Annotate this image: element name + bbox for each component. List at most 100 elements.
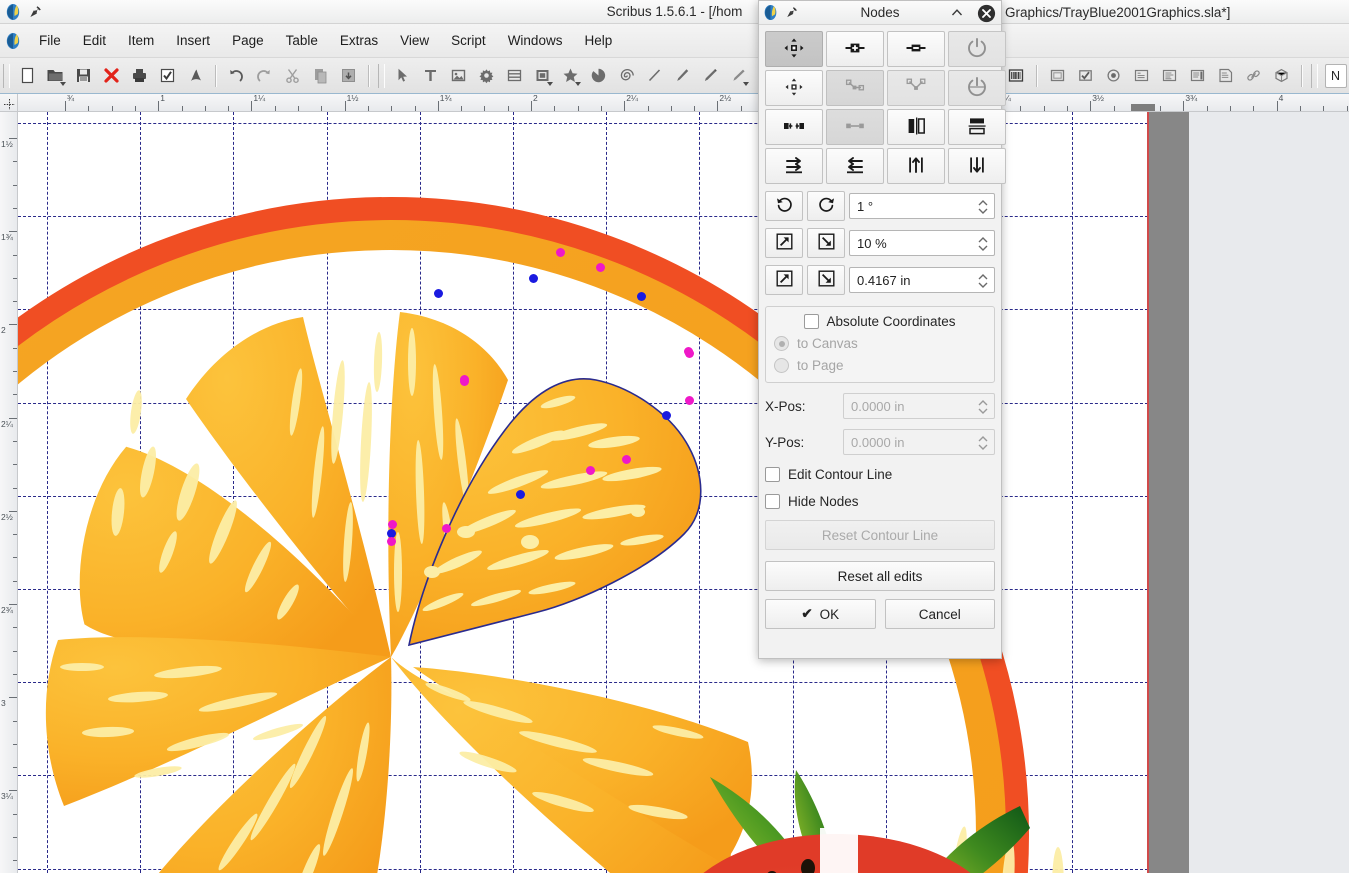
menu-extras[interactable]: Extras	[329, 29, 389, 52]
pdf-3d-annotation-icon[interactable]	[1267, 62, 1295, 90]
toolbar-grip[interactable]	[3, 63, 10, 88]
cut-icon[interactable]	[278, 62, 306, 90]
toolbar-grip[interactable]	[1311, 63, 1318, 88]
shear-left-button[interactable]	[826, 148, 884, 184]
polygon-icon[interactable]	[556, 62, 584, 90]
reset-this-control-point-button[interactable]	[826, 109, 884, 145]
spinner-arrows-icon[interactable]	[977, 433, 989, 453]
paste-icon[interactable]	[334, 62, 362, 90]
enlarge-by-value-button[interactable]	[765, 265, 803, 295]
spinner-arrows-icon[interactable]	[977, 234, 989, 254]
menu-edit[interactable]: Edit	[72, 29, 117, 52]
calligraphic-line-icon[interactable]	[724, 62, 752, 90]
bezier-control-point-handle[interactable]	[387, 519, 397, 529]
path-node-handle[interactable]	[661, 410, 671, 420]
spiral-icon[interactable]	[612, 62, 640, 90]
bezier-control-point-handle[interactable]	[386, 536, 396, 546]
pdf-list-box-icon[interactable]	[1183, 62, 1211, 90]
ypos-input[interactable]: 0.0000 in	[843, 429, 995, 455]
ruler-origin-button[interactable]	[0, 94, 18, 112]
pin-icon[interactable]	[785, 6, 798, 19]
pdf-text-field-icon[interactable]	[1127, 62, 1155, 90]
to-page-radio[interactable]	[774, 358, 789, 373]
shape-icon[interactable]	[528, 62, 556, 90]
enlarge-by-percent-button[interactable]	[765, 228, 803, 258]
shrink-by-percent-button[interactable]	[807, 228, 845, 258]
horizontal-ruler[interactable]: ¾11¼1½1¾22¼2½2¾33¼3½3¾4	[18, 94, 1349, 112]
open-path-button[interactable]	[948, 70, 1006, 106]
to-page-radio-row[interactable]: to Page	[774, 358, 986, 373]
document-canvas[interactable]	[18, 112, 1349, 873]
chevron-up-icon[interactable]	[949, 5, 965, 21]
save-document-icon[interactable]	[69, 62, 97, 90]
spinner-arrows-icon[interactable]	[977, 271, 989, 291]
xpos-input[interactable]: 0.0000 in	[843, 393, 995, 419]
copy-icon[interactable]	[306, 62, 334, 90]
pdf-push-button-icon[interactable]	[1043, 62, 1071, 90]
absolute-coordinates-checkbox-row[interactable]: Absolute Coordinates	[774, 314, 986, 329]
spinner-arrows-icon[interactable]	[977, 197, 989, 217]
toolbar-grip[interactable]	[378, 63, 385, 88]
nodes-dialog-titlebar[interactable]: Nodes	[759, 1, 1001, 25]
bezier-control-point-handle[interactable]	[684, 395, 694, 405]
print-icon[interactable]	[125, 62, 153, 90]
menu-script[interactable]: Script	[440, 29, 497, 52]
shear-down-button[interactable]	[948, 148, 1006, 184]
bezier-control-point-handle[interactable]	[555, 247, 565, 257]
scale-distance-input[interactable]: 0.4167 in	[849, 267, 995, 293]
spinner-arrows-icon[interactable]	[977, 397, 989, 417]
redo-icon[interactable]	[250, 62, 278, 90]
to-canvas-radio-row[interactable]: to Canvas	[774, 336, 986, 351]
bezier-control-point-handle[interactable]	[684, 348, 694, 358]
menu-page[interactable]: Page	[221, 29, 275, 52]
path-node-handle[interactable]	[528, 273, 538, 283]
add-nodes-button[interactable]	[826, 31, 884, 67]
bezier-control-point-handle[interactable]	[441, 523, 451, 533]
make-node-corner-button[interactable]	[887, 70, 945, 106]
cancel-button[interactable]: Cancel	[884, 599, 995, 629]
freehand-line-icon[interactable]	[696, 62, 724, 90]
nodes-dialog[interactable]: Nodes 1 ° 10 % 0.4167 in Absolute Coordi…	[758, 0, 1006, 659]
new-document-icon[interactable]	[13, 62, 41, 90]
shrink-by-value-button[interactable]	[807, 265, 845, 295]
style-combo-box[interactable]: N	[1325, 63, 1347, 88]
export-pdf-icon[interactable]	[181, 62, 209, 90]
rotation-angle-input[interactable]: 1 °	[849, 193, 995, 219]
text-frame-icon[interactable]	[416, 62, 444, 90]
move-control-points-button[interactable]	[765, 70, 823, 106]
menu-view[interactable]: View	[389, 29, 440, 52]
pdf-text-annotation-icon[interactable]	[1211, 62, 1239, 90]
pdf-radio-button-icon[interactable]	[1099, 62, 1127, 90]
mirror-horizontal-button[interactable]	[887, 109, 945, 145]
vertical-ruler[interactable]: 1½1¾22¼2½2¾33¼3½	[0, 112, 18, 873]
menu-windows[interactable]: Windows	[497, 29, 574, 52]
reset-all-edits-button[interactable]: Reset all edits	[765, 561, 995, 591]
open-document-icon[interactable]	[41, 62, 69, 90]
undo-icon[interactable]	[222, 62, 250, 90]
mirror-vertical-button[interactable]	[948, 109, 1006, 145]
pdf-combo-box-icon[interactable]	[1155, 62, 1183, 90]
preflight-verifier-icon[interactable]	[153, 62, 181, 90]
absolute-coordinates-checkbox[interactable]	[804, 314, 820, 329]
barcode-icon[interactable]	[1002, 62, 1030, 90]
image-frame-icon[interactable]	[444, 62, 472, 90]
edit-contour-line-row[interactable]: Edit Contour Line	[765, 467, 995, 482]
ok-button[interactable]: ✔ OK	[765, 599, 876, 629]
path-node-handle[interactable]	[433, 288, 443, 298]
menu-insert[interactable]: Insert	[165, 29, 221, 52]
bezier-control-point-handle[interactable]	[621, 454, 631, 464]
hide-nodes-row[interactable]: Hide Nodes	[765, 494, 995, 509]
rotate-clockwise-button[interactable]	[807, 191, 845, 221]
menu-table[interactable]: Table	[275, 29, 329, 52]
delete-nodes-button[interactable]	[887, 31, 945, 67]
pdf-check-box-icon[interactable]	[1071, 62, 1099, 90]
menu-item[interactable]: Item	[117, 29, 165, 52]
scale-percent-input[interactable]: 10 %	[849, 230, 995, 256]
pdf-link-annotation-icon[interactable]	[1239, 62, 1267, 90]
menu-help[interactable]: Help	[573, 29, 623, 52]
render-frame-icon[interactable]	[472, 62, 500, 90]
menu-file[interactable]: File	[28, 29, 72, 52]
close-document-icon[interactable]	[97, 62, 125, 90]
shear-right-button[interactable]	[765, 148, 823, 184]
reset-control-points-button[interactable]	[765, 109, 823, 145]
